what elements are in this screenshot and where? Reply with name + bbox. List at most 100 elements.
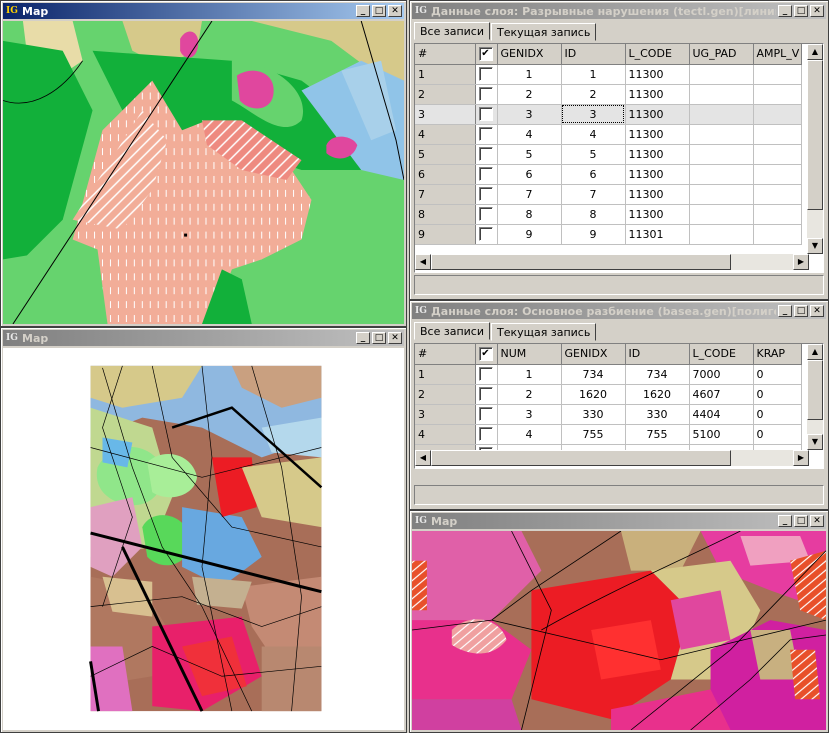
cell-genidx[interactable]: 5	[497, 144, 562, 165]
close-button[interactable]: ✕	[388, 332, 402, 344]
column-header-l-code[interactable]: L_CODE	[689, 344, 754, 365]
vertical-scrollbar[interactable]: ▲ ▼	[807, 44, 823, 254]
cell-id[interactable]: 7	[561, 184, 626, 205]
table-row[interactable]: 8 8 8 11300	[415, 204, 802, 225]
row-checkbox[interactable]	[478, 87, 493, 101]
cell-ug-pad[interactable]	[689, 184, 754, 205]
map-window-2-titlebar[interactable]: IG Map _ □ ✕	[3, 330, 404, 346]
cell-l-code[interactable]: 5100	[689, 424, 754, 445]
minimize-button[interactable]: _	[778, 5, 792, 17]
column-header-genidx[interactable]: GENIDX	[561, 344, 626, 365]
scroll-thumb[interactable]	[431, 254, 731, 270]
scroll-left-arrow-icon[interactable]: ◀	[415, 254, 431, 270]
row-number[interactable]: 5	[415, 144, 476, 165]
row-checkbox-cell[interactable]	[475, 124, 498, 145]
cell-ampl-v[interactable]	[753, 124, 802, 145]
column-header-krap[interactable]: KRAP	[753, 344, 802, 365]
cell-id[interactable]: 1	[561, 64, 626, 85]
scroll-thumb[interactable]	[431, 450, 731, 466]
table-row-selected[interactable]: 3 3 3 11300	[415, 104, 802, 125]
map-window-3-titlebar[interactable]: IG Map _ □ ✕	[412, 513, 826, 529]
cell-genidx[interactable]: 755	[561, 424, 626, 445]
cell-krap[interactable]: 0	[753, 424, 802, 445]
row-checkbox[interactable]	[478, 187, 493, 201]
vertical-scrollbar[interactable]: ▲ ▼	[807, 344, 823, 450]
cell-ampl-v[interactable]	[753, 204, 802, 225]
cell-krap[interactable]: 0	[753, 364, 802, 385]
cell-ug-pad[interactable]	[689, 224, 754, 245]
row-checkbox-cell[interactable]	[475, 164, 498, 185]
maximize-button[interactable]: □	[794, 305, 808, 317]
table-window-1[interactable]: IG Данные слоя: Разрывные нарушения (tec…	[409, 0, 829, 300]
cell-id-focused[interactable]: 3	[561, 104, 626, 125]
cell-num[interactable]: 4	[497, 424, 562, 445]
cell-genidx[interactable]: 6	[497, 164, 562, 185]
cell-id[interactable]: 9	[561, 224, 626, 245]
cell-id[interactable]: 5	[561, 144, 626, 165]
minimize-button[interactable]: _	[356, 5, 370, 17]
tab-all-records[interactable]: Все записи	[414, 22, 490, 40]
row-checkbox-cell[interactable]	[475, 104, 498, 125]
map-canvas-1[interactable]	[3, 21, 404, 324]
table-window-2-titlebar[interactable]: IG Данные слоя: Основное разбиение (base…	[412, 303, 826, 319]
row-checkbox-cell[interactable]	[475, 84, 498, 105]
row-number[interactable]: 2	[415, 384, 476, 405]
row-number[interactable]: 3	[415, 404, 476, 425]
maximize-button[interactable]: □	[372, 332, 386, 344]
cell-num[interactable]: 2	[497, 384, 562, 405]
map-window-1[interactable]: IG Map _ □ ✕	[0, 0, 407, 327]
scroll-up-arrow-icon[interactable]: ▲	[807, 44, 823, 60]
table-window-2[interactable]: IG Данные слоя: Основное разбиение (base…	[409, 300, 829, 510]
table-row[interactable]: 1 1 1 11300	[415, 64, 802, 85]
cell-genidx[interactable]: 7	[497, 184, 562, 205]
table-row[interactable]: 4 4 755 755 5100 0	[415, 424, 802, 445]
column-header-select-all[interactable]: ✔	[475, 44, 498, 65]
cell-l-code[interactable]: 4607	[689, 384, 754, 405]
cell-id[interactable]: 6	[561, 164, 626, 185]
cell-ug-pad[interactable]	[689, 124, 754, 145]
cell-id[interactable]: 755	[625, 424, 690, 445]
table-window-1-titlebar[interactable]: IG Данные слоя: Разрывные нарушения (tec…	[412, 3, 826, 19]
row-checkbox[interactable]	[478, 67, 493, 81]
cell-ug-pad[interactable]	[689, 104, 754, 125]
geologic-map-detail[interactable]	[412, 531, 826, 730]
row-checkbox-cell[interactable]	[475, 424, 498, 445]
cell-l-code[interactable]: 11300	[625, 204, 690, 225]
cell-num[interactable]: 3	[497, 404, 562, 425]
cell-l-code[interactable]: 11300	[625, 64, 690, 85]
column-header-select-all[interactable]: ✔	[475, 344, 498, 365]
cell-genidx[interactable]: 1620	[561, 384, 626, 405]
cell-genidx[interactable]: 2	[497, 84, 562, 105]
table-row[interactable]: 4 4 4 11300	[415, 124, 802, 145]
cell-genidx[interactable]: 4	[497, 124, 562, 145]
row-checkbox-cell[interactable]	[475, 184, 498, 205]
cell-l-code[interactable]: 11300	[625, 164, 690, 185]
tab-current-record[interactable]: Текущая запись	[491, 323, 597, 341]
row-checkbox[interactable]	[478, 427, 493, 441]
row-checkbox[interactable]	[478, 207, 493, 221]
cell-ug-pad[interactable]	[689, 84, 754, 105]
column-header-num[interactable]: NUM	[497, 344, 562, 365]
cell-l-code[interactable]: 7000	[689, 364, 754, 385]
cell-l-code[interactable]: 11300	[625, 124, 690, 145]
scroll-down-arrow-icon[interactable]: ▼	[807, 238, 823, 254]
row-checkbox-cell[interactable]	[475, 364, 498, 385]
cell-genidx[interactable]: 1	[497, 64, 562, 85]
horizontal-scrollbar[interactable]: ◀ ▶	[415, 254, 809, 270]
row-checkbox-cell[interactable]	[475, 384, 498, 405]
cell-l-code[interactable]: 11300	[625, 184, 690, 205]
scroll-down-arrow-icon[interactable]: ▼	[807, 434, 823, 450]
select-all-checkbox[interactable]: ✔	[478, 46, 493, 61]
minimize-button[interactable]: _	[778, 515, 792, 527]
map-window-1-titlebar[interactable]: IG Map _ □ ✕	[3, 3, 404, 19]
cell-l-code[interactable]: 11300	[625, 144, 690, 165]
maximize-button[interactable]: □	[794, 515, 808, 527]
row-number[interactable]: 3	[415, 104, 476, 125]
row-checkbox-cell[interactable]	[475, 404, 498, 425]
column-header-l-code[interactable]: L_CODE	[625, 44, 690, 65]
horizontal-scrollbar[interactable]: ◀ ▶	[415, 450, 809, 466]
row-checkbox[interactable]	[478, 387, 493, 401]
row-checkbox[interactable]	[478, 367, 493, 381]
row-number[interactable]: 6	[415, 164, 476, 185]
row-number[interactable]: 9	[415, 224, 476, 245]
